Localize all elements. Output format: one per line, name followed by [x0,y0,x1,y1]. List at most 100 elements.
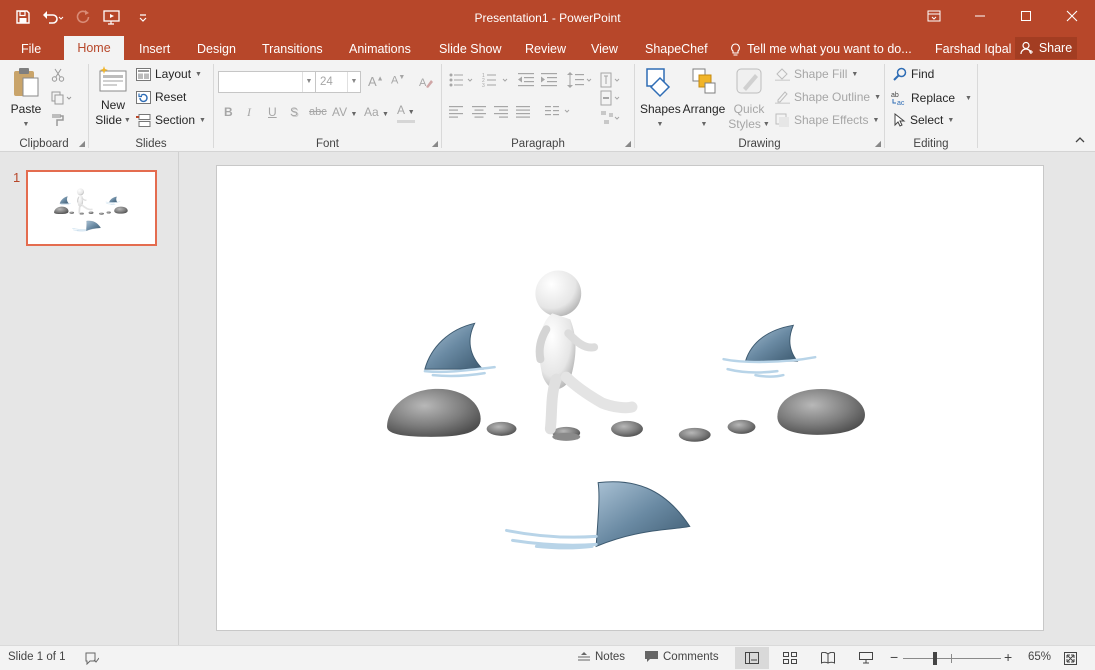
comments-button[interactable]: Comments [645,651,719,663]
tab-view[interactable]: View [591,39,618,60]
justify-icon[interactable] [516,106,530,118]
start-from-beginning-button[interactable] [100,6,126,28]
bullets-icon[interactable] [449,73,475,87]
shrink-font-icon[interactable]: A▼ [391,74,405,87]
tab-file[interactable]: File [21,39,41,60]
paste-button[interactable]: Paste ▼ [6,66,46,132]
close-button[interactable] [1049,0,1095,32]
notes-button[interactable]: Notes [578,651,625,663]
slide-sorter-icon [783,652,797,664]
increase-indent-icon[interactable] [541,73,557,87]
grow-font-icon[interactable]: A▲ [368,74,384,89]
convert-to-smartart-icon[interactable] [600,110,622,126]
clear-formatting-icon[interactable]: A [418,74,434,90]
numbering-icon[interactable]: 123 [482,73,510,87]
clipboard-launcher-icon[interactable]: ◢ [79,139,85,148]
tell-me-box[interactable]: Tell me what you want to do... [730,39,912,60]
tab-animations[interactable]: Animations [349,39,411,60]
undo-button[interactable] [40,6,66,28]
format-painter-icon[interactable] [51,113,65,127]
save-button[interactable] [10,6,36,28]
align-right-icon[interactable] [494,106,508,118]
shape-fill-button[interactable]: Shape Fill ▼ [775,67,858,81]
new-slide-button[interactable]: New Slide ▼ [93,66,133,128]
ribbon-display-options-button[interactable] [911,0,957,32]
bold-button[interactable]: B [224,105,233,119]
quick-styles-icon [736,68,762,94]
zoom-level[interactable]: 65% [1028,651,1051,663]
tab-shapechef[interactable]: ShapeChef [645,39,708,60]
italic-button[interactable]: I [247,105,251,120]
minimize-button[interactable] [957,0,1003,32]
select-button[interactable]: Select ▼ [894,113,954,127]
replace-button[interactable]: ab ac Replace ▼ [891,90,972,106]
tab-slide-show[interactable]: Slide Show [439,39,502,60]
font-size-input[interactable]: 24 ▼ [315,71,361,93]
shape-effects-button[interactable]: Shape Effects ▼ [775,113,879,127]
slide-show-button[interactable] [849,647,883,669]
font-name-input[interactable]: ▼ [218,71,316,93]
font-color-button[interactable]: A ▼ [397,103,415,123]
minimize-icon [975,15,985,17]
tab-design[interactable]: Design [197,39,236,60]
drawing-launcher-icon[interactable]: ◢ [875,139,881,148]
shape-outline-button[interactable]: Shape Outline ▼ [775,90,881,104]
redo-button[interactable] [70,6,96,28]
shapes-button[interactable]: Shapes ▼ [640,66,681,132]
slide-sorter-button[interactable] [773,647,807,669]
font-name-dropdown-icon[interactable]: ▼ [302,72,315,92]
font-launcher-icon[interactable]: ◢ [432,139,438,148]
collapse-ribbon-button[interactable] [1075,136,1085,147]
align-left-icon[interactable] [449,106,463,118]
reading-view-button[interactable] [811,647,845,669]
tab-transitions[interactable]: Transitions [262,39,323,60]
find-label: Find [911,67,935,81]
share-button[interactable]: Share [1015,37,1077,59]
tab-home[interactable]: Home [64,36,124,60]
shapes-dropdown-icon: ▼ [656,121,664,128]
replace-dropdown-icon: ▼ [965,94,972,102]
find-button[interactable]: Find [893,67,934,81]
tab-review[interactable]: Review [525,39,566,60]
slide-thumbnail[interactable] [26,170,157,246]
quick-styles-button[interactable]: Quick Styles ▼ [728,66,770,132]
decrease-indent-icon[interactable] [518,73,534,87]
font-group: ▼ 24 ▼ A▲ A▼ A B I U S abc AV ▼ Aa ▼ A ▼ … [214,60,441,152]
cut-icon[interactable] [51,68,65,82]
user-name[interactable]: Farshad Iqbal [935,39,1011,60]
font-size-dropdown-icon[interactable]: ▼ [347,72,360,92]
zoom-out-button[interactable]: − [890,649,898,665]
character-spacing-button[interactable]: AV ▼ [332,105,357,119]
select-dropdown-icon: ▼ [947,116,955,124]
zoom-slider-thumb[interactable] [933,652,938,665]
paragraph-launcher-icon[interactable]: ◢ [625,139,631,148]
slide-number: 1 [13,170,21,185]
text-direction-icon[interactable] [600,72,622,88]
reset-button[interactable]: Reset [136,90,186,104]
change-case-button[interactable]: Aa ▼ [364,105,389,119]
customize-qat-button[interactable] [130,6,156,28]
arrange-button[interactable]: Arrange ▼ [682,66,726,132]
cursor-arrow-icon [894,113,906,127]
layout-button[interactable]: Layout ▼ [136,67,202,81]
layout-label: Layout [155,67,192,81]
new-slide-label-1: New [100,98,125,112]
slide-canvas[interactable] [216,165,1044,631]
text-shadow-button[interactable]: S [290,105,298,119]
align-text-icon[interactable] [600,90,622,106]
copy-icon[interactable] [51,91,73,105]
zoom-slider[interactable] [903,652,1001,665]
maximize-button[interactable] [1003,0,1049,32]
strikethrough-button[interactable]: abc [309,106,327,118]
normal-view-icon [745,652,759,664]
tab-insert[interactable]: Insert [139,39,170,60]
section-button[interactable]: Section ▼ [136,113,206,127]
underline-button[interactable]: U [268,105,277,119]
normal-view-button[interactable] [735,647,769,669]
spelling-check-icon[interactable] [85,652,99,665]
columns-icon[interactable] [545,106,573,118]
zoom-in-button[interactable]: + [1004,649,1012,665]
align-center-icon[interactable] [472,106,486,118]
fit-slide-icon[interactable] [1064,652,1077,665]
line-spacing-icon[interactable] [567,72,593,88]
